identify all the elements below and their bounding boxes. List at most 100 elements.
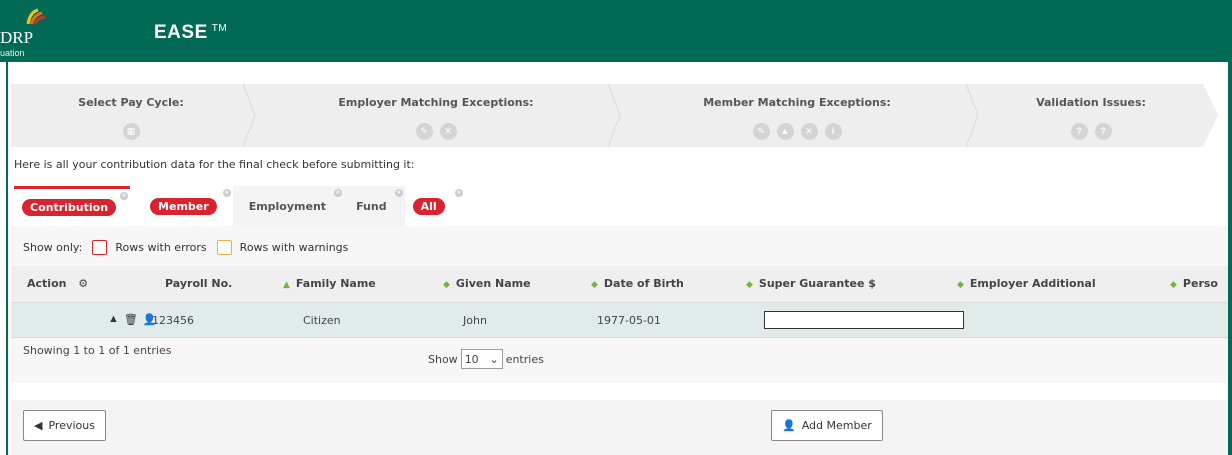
page-length-value: 10 [464,352,479,366]
footer-bar: ◀ Previous 👤 Add Member [11,400,1228,455]
trademark: TM [211,23,228,34]
previous-button[interactable]: ◀ Previous [23,410,106,441]
col-label: Payroll No. [165,277,233,290]
add-member-label: Add Member [801,419,872,432]
close-icon[interactable]: × [394,189,403,197]
table-header: Action ⚙ Payroll No. ▲ Family Name ◆ Given… [11,266,1228,303]
entries-label: entries [505,352,544,366]
errors-checkbox[interactable] [92,240,108,255]
col-label: Given Name [455,277,531,290]
chevron-left-icon: ◀ [34,419,43,432]
close-icon[interactable]: × [120,192,129,200]
logo-subtext: uation [0,48,25,58]
tab-label: Employment [248,199,327,213]
page-length: Show 10 ⌄ entries [428,349,544,369]
wizard-tail [1203,84,1228,147]
col-label: Family Name [295,277,376,290]
warnings-label: Rows with warnings [239,241,349,254]
sort-icon: ◆ [443,280,450,290]
pencil-icon[interactable]: ✎ [752,123,770,140]
table-info: Showing 1 to 1 of 1 entries [23,344,172,357]
warning-icon[interactable]: ▲ [108,313,119,326]
col-family-name[interactable]: ▲ Family Name [283,277,376,290]
col-label: Action [27,277,67,290]
wizard-step-employer-matching[interactable]: Employer Matching Exceptions: ✎ ✕ [256,84,616,147]
wizard-step-validation-issues[interactable]: Validation Issues: ? ? [979,84,1203,147]
close-icon[interactable]: × [222,189,231,197]
tab-label: Contribution [22,199,117,216]
col-payroll-no[interactable]: Payroll No. [165,277,232,290]
logo-text: DRP [0,28,34,47]
app-title: EASE TM [154,22,227,44]
wizard-steps: Select Pay Cycle: ▦ Employer Matching Ex… [11,84,1228,147]
col-employer-additional[interactable]: ◆ Employer Additional [957,277,1096,290]
data-tabs: Contribution × Member × Employment × Fun… [14,186,465,226]
tab-all[interactable]: All × [404,186,465,226]
trash-icon[interactable]: 🗑 [124,313,138,326]
step-title: Member Matching Exceptions: [703,96,891,109]
question-icon[interactable]: ? [1070,123,1088,140]
super-guarantee-input[interactable] [764,311,964,329]
step-divider [243,84,256,147]
pencil-icon[interactable]: ✎ [415,123,433,140]
intro-text: Here is all your contribution data for t… [14,158,415,171]
calendar-icon[interactable]: ▦ [122,123,140,140]
app-title-text: EASE [154,22,208,43]
logo: DRP uation [0,6,60,60]
sort-icon: ◆ [1170,280,1177,290]
step-title: Select Pay Cycle: [78,96,184,109]
logo-mark-icon [26,8,46,25]
sort-icon: ◆ [957,280,964,290]
col-super-guarantee[interactable]: ◆ Super Guarantee $ [746,277,876,290]
close-icon[interactable]: ✕ [800,123,818,140]
wizard-step-pay-cycle[interactable]: Select Pay Cycle: ▦ [11,84,251,147]
tab-label: Member [150,197,217,215]
col-label: Date of Birth [603,277,684,290]
gear-icon[interactable]: ⚙ [78,277,88,290]
question-icon[interactable]: ? [1094,123,1112,140]
tab-member[interactable]: Member × [130,186,233,226]
table-row: ▲ 🗑 👤 123456 Citizen John 1977-05-01 [11,303,1228,338]
tab-contribution[interactable]: Contribution × [14,186,131,226]
previous-label: Previous [48,419,95,432]
tab-label: Fund [356,199,387,213]
col-personal[interactable]: ◆ Perso [1170,277,1218,290]
step-divider [608,84,621,147]
show-only-label: Show only: [23,241,83,254]
row-actions: ▲ 🗑 👤 [108,313,157,326]
add-member-button[interactable]: 👤 Add Member [771,410,883,441]
right-border [1228,62,1232,455]
step-title: Validation Issues: [1036,96,1146,109]
warnings-checkbox[interactable] [216,240,232,255]
col-date-of-birth[interactable]: ◆ Date of Birth [591,277,684,290]
wizard-step-member-matching[interactable]: Member Matching Exceptions: ✎ ▲ ✕ i [621,84,973,147]
step-title: Employer Matching Exceptions: [338,96,534,109]
row-filters: Show only: Rows with errors Rows with wa… [23,240,348,255]
show-label: Show [428,352,458,366]
step-divider [966,84,979,147]
close-icon[interactable]: × [454,189,463,197]
cell-date-of-birth: 1977-05-01 [597,314,661,327]
sort-icon: ◆ [746,280,753,290]
col-given-name[interactable]: ◆ Given Name [443,277,531,290]
app-header: DRP uation EASE TM [0,0,1232,62]
cell-given-name: John [463,314,487,327]
sort-icon: ◆ [591,280,598,290]
cell-family-name: Citizen [303,314,341,327]
close-icon[interactable]: ✕ [439,123,457,140]
info-icon[interactable]: i [824,123,842,140]
close-icon[interactable]: × [334,189,343,197]
col-label: Perso [1182,277,1218,290]
page-length-select[interactable]: 10 ⌄ [460,349,503,369]
sort-asc-icon: ▲ [283,280,290,290]
col-label: Super Guarantee $ [758,277,876,290]
chevron-down-icon: ⌄ [489,352,499,366]
tab-employment[interactable]: Employment × [232,186,345,226]
col-label: Employer Additional [969,277,1096,290]
col-action: Action ⚙ [27,277,88,290]
left-border [6,62,8,455]
cell-payroll-no: 123456 [152,314,194,327]
warning-icon[interactable]: ▲ [776,123,794,140]
tab-fund[interactable]: Fund × [344,186,405,226]
errors-label: Rows with errors [115,241,207,254]
